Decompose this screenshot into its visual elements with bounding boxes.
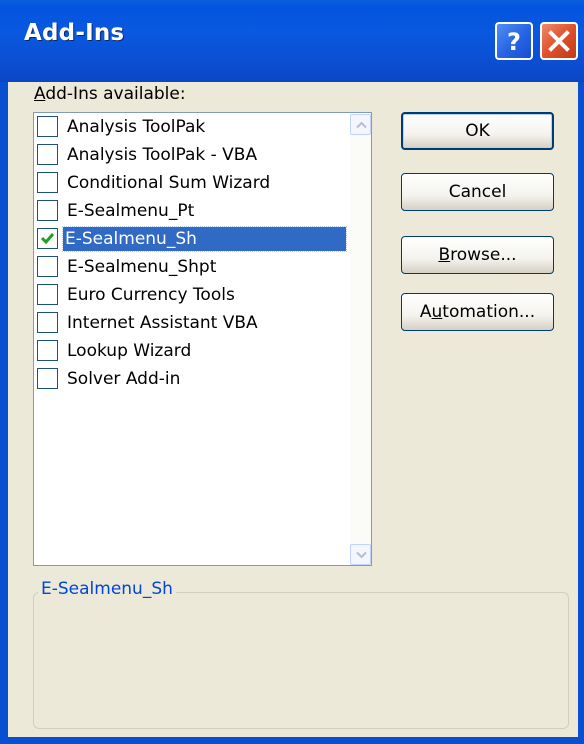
question-mark-icon: ?: [507, 28, 521, 56]
list-item-label: E-Sealmenu_Shpt: [67, 257, 217, 277]
list-item-label: Euro Currency Tools: [67, 285, 235, 305]
browse-mnemonic: B: [438, 245, 451, 265]
checkbox[interactable]: [37, 116, 58, 137]
automation-pre: A: [419, 302, 432, 322]
list-item[interactable]: E-Sealmenu_Pt: [34, 197, 350, 225]
svg-text:?: ?: [507, 28, 521, 56]
x-close-icon: [548, 30, 570, 52]
window-border-right: [578, 82, 584, 744]
cancel-button[interactable]: Cancel: [401, 173, 554, 211]
list-item-label: Conditional Sum Wizard: [67, 173, 271, 193]
chevron-up-icon: [356, 121, 367, 129]
checkbox[interactable]: [37, 256, 58, 277]
list-item[interactable]: Solver Add-in: [34, 365, 350, 393]
window-border-bottom: [0, 737, 584, 744]
add-ins-dialog: Add-Ins ? Add-Ins available: Analysis To…: [0, 0, 584, 744]
help-button[interactable]: ?: [495, 22, 533, 60]
list-item-label: Solver Add-in: [67, 369, 181, 389]
ok-button[interactable]: OK: [401, 112, 554, 150]
list-item[interactable]: Lookup Wizard: [34, 337, 350, 365]
checkbox[interactable]: [37, 144, 58, 165]
list-item[interactable]: Internet Assistant VBA: [34, 309, 350, 337]
checkbox[interactable]: [37, 340, 58, 361]
description-groupbox: [33, 592, 569, 729]
checkbox[interactable]: [37, 312, 58, 333]
checkbox[interactable]: [37, 200, 58, 221]
checkbox[interactable]: [37, 284, 58, 305]
automation-button[interactable]: Automation...: [401, 293, 554, 331]
browse-button[interactable]: Browse...: [401, 236, 554, 274]
description-title: E-Sealmenu_Sh: [38, 579, 176, 599]
checkbox[interactable]: [37, 368, 58, 389]
add-ins-available-label: Add-Ins available:: [34, 84, 186, 104]
list-item-label: Analysis ToolPak: [67, 117, 206, 137]
scroll-up-button[interactable]: [350, 114, 371, 135]
title-bar[interactable]: Add-Ins ?: [0, 0, 584, 82]
chevron-down-icon: [356, 551, 367, 559]
scroll-down-button[interactable]: [350, 544, 371, 565]
list-item[interactable]: E-Sealmenu_Sh: [34, 225, 350, 253]
browse-rest: rowse...: [450, 245, 517, 265]
list-item-label: Lookup Wizard: [67, 341, 192, 361]
label-rest: dd-Ins available:: [45, 84, 186, 104]
list-item[interactable]: Analysis ToolPak - VBA: [34, 141, 350, 169]
automation-mnemonic: u: [431, 302, 443, 322]
vertical-scrollbar[interactable]: [350, 114, 371, 565]
list-item[interactable]: E-Sealmenu_Shpt: [34, 253, 350, 281]
checkmark-icon: [40, 233, 55, 245]
label-mnemonic: A: [34, 84, 46, 104]
checkbox[interactable]: [37, 228, 58, 249]
list-item-label: E-Sealmenu_Pt: [67, 201, 195, 221]
window-title: Add-Ins: [24, 20, 125, 46]
window-border-left: [0, 82, 8, 744]
add-ins-listbox[interactable]: Analysis ToolPak Analysis ToolPak - VBA …: [33, 112, 372, 566]
list-item-label: Internet Assistant VBA: [67, 313, 258, 333]
list-item[interactable]: Analysis ToolPak: [34, 113, 350, 141]
list-item[interactable]: Conditional Sum Wizard: [34, 169, 350, 197]
automation-rest: tomation...: [442, 302, 536, 322]
list-item-label: Analysis ToolPak - VBA: [67, 145, 258, 165]
checkbox[interactable]: [37, 172, 58, 193]
list-item[interactable]: Euro Currency Tools: [34, 281, 350, 309]
close-button[interactable]: [540, 22, 578, 60]
list-item-label: E-Sealmenu_Sh: [62, 226, 347, 252]
add-ins-list: Analysis ToolPak Analysis ToolPak - VBA …: [34, 113, 350, 393]
